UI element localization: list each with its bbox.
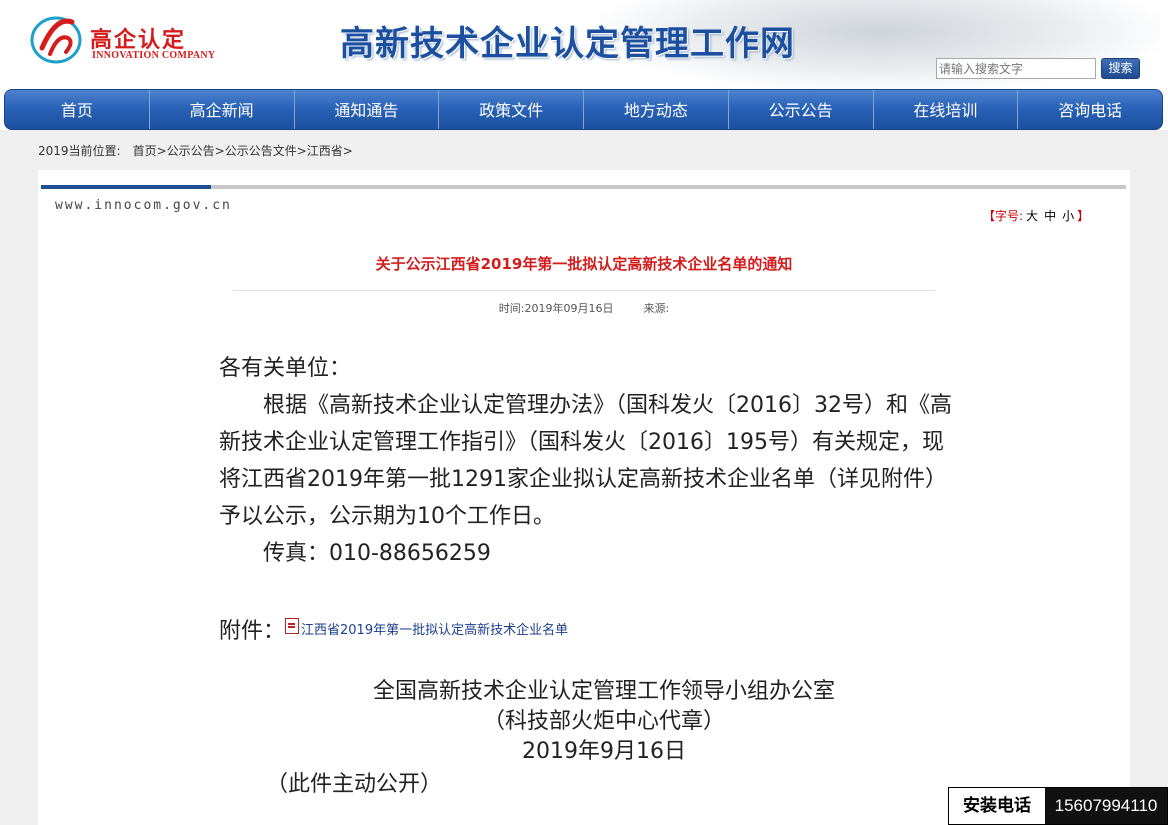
article-title: 关于公示江西省2019年第一批拟认定高新技术企业名单的通知: [375, 255, 793, 273]
section-bar-accent: [41, 185, 211, 189]
font-size-large[interactable]: 大: [1026, 209, 1038, 223]
nav-item-notices[interactable]: 通知通告: [293, 90, 439, 129]
nav-item-policies[interactable]: 政策文件: [438, 90, 583, 129]
attachment-label: 附件：: [219, 619, 286, 644]
main-nav: 首页 高企新闻 通知通告 政策文件 地方动态 公示公告 在线培训 咨询电话: [4, 89, 1163, 130]
site-domain: www.innocom.gov.cn: [55, 198, 232, 213]
site-logo[interactable]: 高企认定 INNOVATION COMPANY: [28, 8, 228, 68]
body-paragraph: 根据《高新技术企业认定管理办法》（国科发火〔2016〕32号）和《高新技术企业认…: [219, 393, 952, 529]
font-size-end: 】: [1077, 209, 1090, 223]
site-header: 高企认定 INNOVATION COMPANY 高新技术企业认定管理工作网 搜索: [0, 0, 1168, 90]
article-source: 来源:: [643, 302, 670, 315]
breadcrumb: 2019当前位置: 首页>公示公告>公示公告文件>江西省>: [38, 142, 353, 159]
nav-item-local[interactable]: 地方动态: [583, 90, 728, 129]
font-size-label: 【字号:: [983, 209, 1024, 223]
attachment-row: 附件： 江西省2019年第一批拟认定高新技术企业名单: [219, 613, 568, 645]
floating-phone-widget[interactable]: 安装电话 15607994110: [948, 787, 1168, 825]
fax-line: 传真：010-88656259: [263, 541, 491, 566]
breadcrumb-path[interactable]: 首页>公示公告>公示公告文件>江西省>: [133, 144, 353, 158]
title-divider: [233, 290, 935, 291]
attachment-link[interactable]: 江西省2019年第一批拟认定高新技术企业名单: [301, 623, 568, 638]
signature-date: 2019年9月16日: [522, 739, 686, 764]
open-note: （此件主动公开）: [266, 772, 443, 797]
nav-item-announcements[interactable]: 公示公告: [727, 90, 873, 129]
search-button[interactable]: 搜索: [1101, 58, 1140, 79]
search-input[interactable]: [936, 58, 1096, 79]
section-bar: [211, 185, 1126, 189]
signature-seal: （科技部火炬中心代章）: [482, 709, 725, 734]
nav-item-hotline[interactable]: 咨询电话: [1017, 90, 1162, 129]
phone-number: 15607994110: [1045, 788, 1167, 824]
pdf-file-icon: [285, 618, 300, 634]
nav-item-training[interactable]: 在线培训: [872, 90, 1018, 129]
salutation: 各有关单位：: [219, 356, 352, 381]
nav-item-news[interactable]: 高企新闻: [148, 90, 294, 129]
article-body: 各有关单位： 根据《高新技术企业认定管理办法》（国科发火〔2016〕32号）和《…: [219, 350, 959, 572]
signature-org: 全国高新技术企业认定管理工作领导小组办公室: [372, 679, 835, 704]
site-title: 高新技术企业认定管理工作网: [340, 24, 795, 64]
phone-label: 安装电话: [949, 788, 1045, 824]
logo-text-en: INNOVATION COMPANY: [92, 50, 216, 61]
signature-block: 全国高新技术企业认定管理工作领导小组办公室 （科技部火炬中心代章） 2019年9…: [0, 677, 1168, 767]
article-time: 时间:2019年09月16日: [498, 302, 614, 315]
font-size-switcher: 【字号: 大中小】: [983, 207, 1089, 224]
article-meta: 时间:2019年09月16日 来源:: [0, 300, 1168, 316]
nav-item-home[interactable]: 首页: [5, 90, 149, 129]
logo-swirl-icon: [30, 16, 82, 64]
breadcrumb-label: 2019当前位置:: [38, 144, 121, 158]
font-size-medium[interactable]: 中: [1044, 209, 1056, 223]
font-size-small[interactable]: 小: [1062, 209, 1074, 223]
